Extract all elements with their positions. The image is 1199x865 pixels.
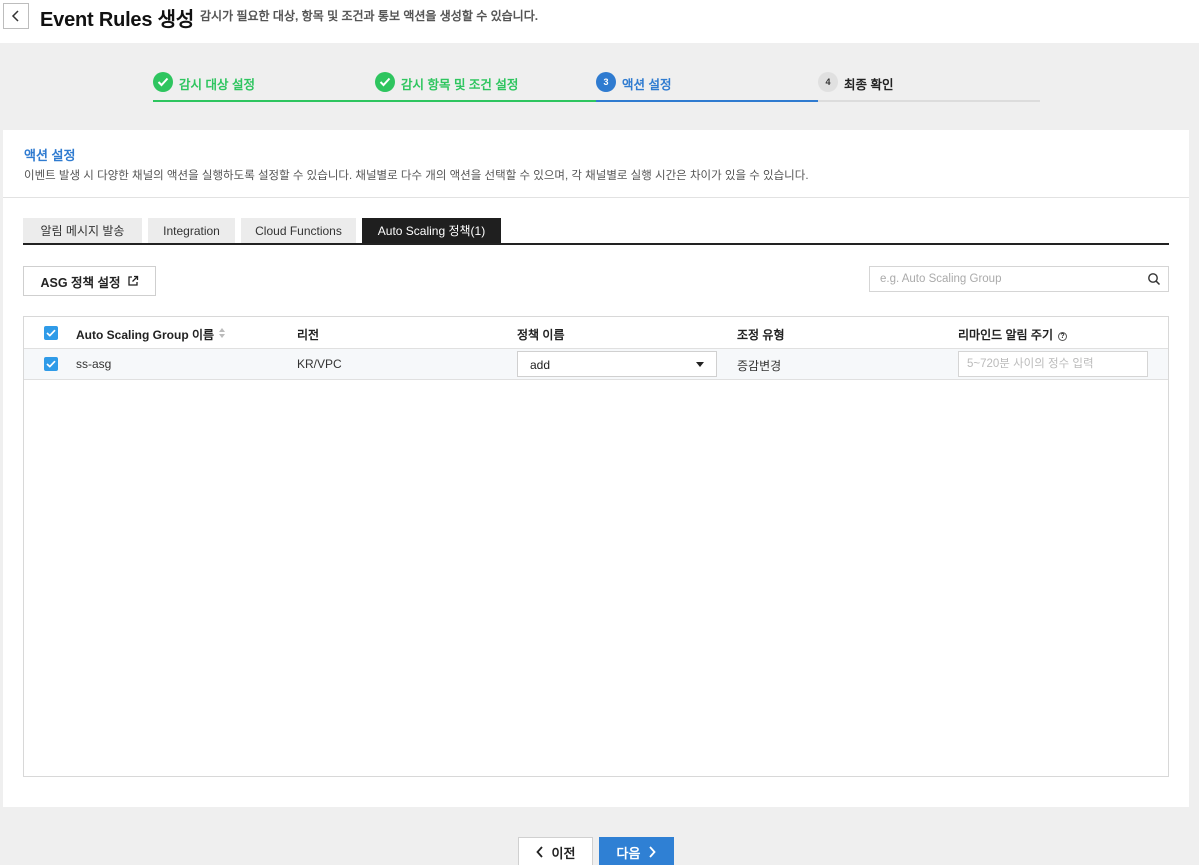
tab-cloud-functions[interactable]: Cloud Functions bbox=[241, 218, 356, 243]
step-label: 감시 항목 및 조건 설정 bbox=[401, 78, 519, 92]
asg-policy-settings-button[interactable]: ASG 정책 설정 bbox=[23, 266, 156, 296]
sort-icon[interactable] bbox=[218, 327, 226, 339]
back-button[interactable] bbox=[3, 3, 29, 29]
step-1: 감시 대상 설정 bbox=[153, 70, 375, 102]
asg-button-label: ASG 정책 설정 bbox=[40, 275, 121, 290]
page-subtitle: 감시가 필요한 대상, 항목 및 조건과 통보 액션을 생성할 수 있습니다. bbox=[200, 9, 539, 23]
step-label: 감시 대상 설정 bbox=[179, 78, 255, 92]
step-label: 액션 설정 bbox=[622, 78, 672, 92]
page-header: Event Rules 생성 감시가 필요한 대상, 항목 및 조건과 통보 액… bbox=[0, 0, 1199, 43]
remind-interval-label: 리마인드 알림 주기 bbox=[958, 328, 1053, 342]
prev-button-label: 이전 bbox=[551, 845, 576, 861]
page-title: Event Rules 생성 bbox=[40, 9, 195, 31]
tab-auto-scaling[interactable]: Auto Scaling 정책(1) bbox=[362, 218, 501, 243]
tab-alert-message[interactable]: 알림 메시지 발송 bbox=[23, 218, 142, 243]
external-link-icon bbox=[127, 275, 138, 286]
search-input[interactable] bbox=[870, 267, 1140, 291]
action-settings-panel: 액션 설정 이벤트 발생 시 다양한 채널의 액션을 실행하도록 설정할 수 있… bbox=[3, 130, 1189, 807]
section-description: 이벤트 발생 시 다양한 채널의 액션을 실행하도록 설정할 수 있습니다. 채… bbox=[24, 170, 809, 182]
caret-down-icon bbox=[696, 362, 704, 367]
asg-table: Auto Scaling Group 이름 리전 정책 이름 조정 유형 리마인… bbox=[23, 316, 1169, 777]
column-header-remind-interval: 리마인드 알림 주기? bbox=[958, 326, 1067, 343]
select-all-checkbox[interactable] bbox=[44, 326, 58, 340]
step-4: 4 최종 확인 bbox=[818, 70, 1040, 102]
divider bbox=[3, 197, 1189, 198]
policy-select-value: add bbox=[530, 358, 551, 372]
prev-button[interactable]: 이전 bbox=[518, 837, 593, 865]
next-button-label: 다음 bbox=[616, 845, 641, 861]
remind-interval-input[interactable] bbox=[958, 351, 1148, 377]
step-number: 4 bbox=[818, 72, 838, 92]
channel-tabs: 알림 메시지 발송 Integration Cloud Functions Au… bbox=[23, 218, 1169, 245]
policy-select[interactable]: add bbox=[517, 351, 717, 377]
check-icon bbox=[46, 360, 56, 368]
column-header-adjust-type: 조정 유형 bbox=[737, 328, 785, 342]
step-number: 3 bbox=[596, 72, 616, 92]
table-header: Auto Scaling Group 이름 리전 정책 이름 조정 유형 리마인… bbox=[24, 317, 1168, 349]
column-header-policy: 정책 이름 bbox=[517, 328, 565, 342]
row-checkbox[interactable] bbox=[44, 357, 58, 371]
step-3: 3 액션 설정 bbox=[596, 70, 818, 102]
chevron-right-icon bbox=[649, 846, 657, 858]
next-button[interactable]: 다음 bbox=[599, 837, 674, 865]
wizard-stepper: 감시 대상 설정 감시 항목 및 조건 설정 3 액션 설정 4 최종 확인 bbox=[153, 70, 1040, 102]
check-icon bbox=[46, 329, 56, 337]
table-row: ss-asg KR/VPC add 증감변경 bbox=[24, 349, 1168, 380]
column-header-region: 리전 bbox=[297, 328, 320, 342]
region-cell: KR/VPC bbox=[297, 357, 342, 371]
search-box bbox=[869, 266, 1169, 292]
step-2: 감시 항목 및 조건 설정 bbox=[375, 70, 597, 102]
group-name-cell: ss-asg bbox=[76, 357, 112, 371]
step-label: 최종 확인 bbox=[844, 78, 894, 92]
adjust-type-cell: 증감변경 bbox=[737, 359, 782, 373]
tab-integration[interactable]: Integration bbox=[148, 218, 235, 243]
check-icon bbox=[375, 72, 395, 92]
chevron-left-icon bbox=[535, 846, 543, 858]
search-icon[interactable] bbox=[1147, 272, 1161, 286]
check-icon bbox=[153, 72, 173, 92]
chevron-left-icon bbox=[11, 10, 19, 22]
column-header-group-name[interactable]: Auto Scaling Group 이름 bbox=[76, 326, 214, 343]
help-icon[interactable]: ? bbox=[1058, 332, 1067, 341]
section-title: 액션 설정 bbox=[24, 148, 76, 163]
